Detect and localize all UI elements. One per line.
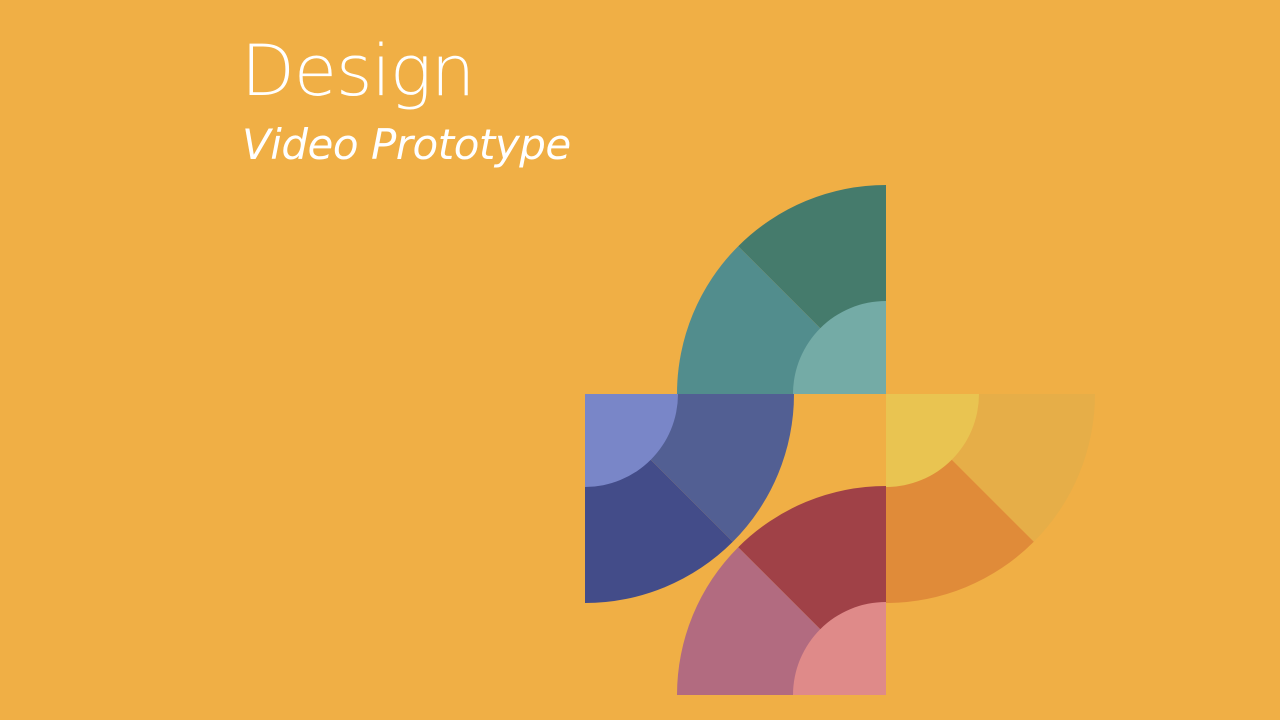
orange-petal-group [886, 394, 1095, 603]
teal-petal-group [676, 185, 886, 394]
slide: Design Video Prototype [0, 0, 1280, 720]
decorative-petal-graphic [585, 185, 1095, 695]
